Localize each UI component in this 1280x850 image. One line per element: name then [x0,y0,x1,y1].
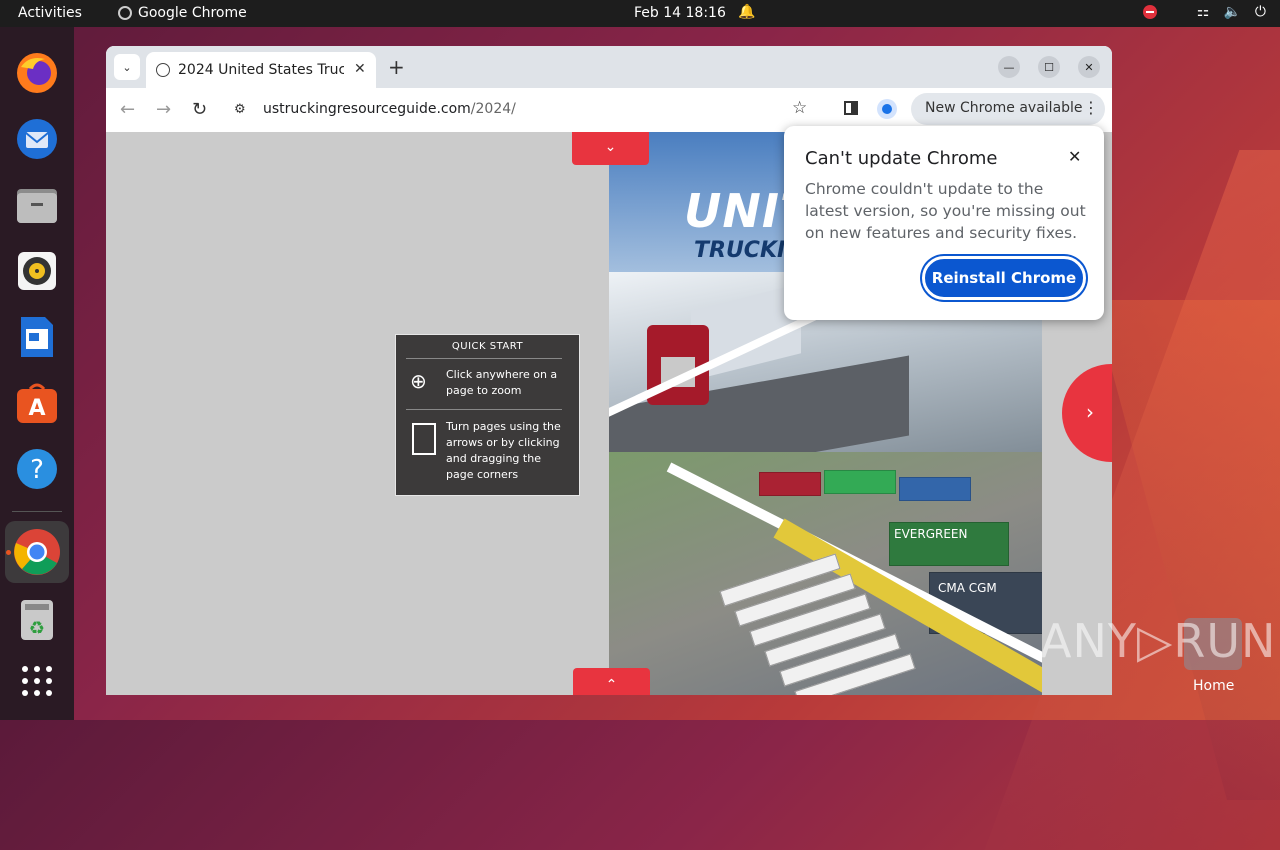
reload-icon[interactable]: ↻ [192,99,207,120]
chevron-up-icon: ⌃ [605,677,618,693]
update-error-popup: Can't update Chrome ✕ Chrome couldn't up… [784,126,1104,320]
bookmark-star-icon[interactable]: ☆ [792,98,807,118]
network-icon: ⚏ [1196,4,1210,20]
thumbnails-toggle-button[interactable]: ⌃ [573,668,650,695]
thunderbird-icon[interactable] [13,115,61,163]
next-page-button[interactable]: › [1062,364,1112,462]
kebab-menu-icon[interactable]: ⋮ [1083,98,1099,117]
volume-icon: 🔈 [1223,4,1241,20]
truck-image [641,283,801,417]
tab-active[interactable]: 2024 United States Truck ✕ [146,52,376,88]
writer-icon[interactable] [13,313,61,361]
forward-arrow-icon[interactable]: → [156,99,171,120]
minimize-button[interactable]: — [998,56,1020,78]
profile-avatar[interactable] [877,99,897,119]
watermark-logo: ANY▷RUN [1040,614,1277,668]
new-chrome-label: New Chrome available [925,100,1083,116]
site-info-icon[interactable]: ⚙ [234,102,246,117]
power-icon: ⏻ [1254,4,1266,20]
chevron-right-icon: › [1086,400,1094,424]
home-folder-label[interactable]: Home [1193,678,1234,694]
help-icon[interactable]: ? [13,445,61,493]
tab-strip: ⌄ 2024 United States Truck ✕ + — ☐ ✕ [106,46,1112,88]
popup-title: Can't update Chrome [805,148,998,169]
chevron-down-icon: ⌄ [604,139,617,155]
url-text: ustruckingresourceguide.com/2024/ [263,101,516,117]
container-label: EVERGREEN [889,522,1009,566]
activities-button[interactable]: Activities [18,5,82,21]
chrome-icon[interactable] [5,521,69,583]
toolbar-toggle-button[interactable]: ⌄ [572,132,649,165]
reinstall-chrome-button[interactable]: Reinstall Chrome [922,256,1086,300]
address-bar[interactable]: ⚙ ustruckingresourceguide.com/2024/ [224,93,824,127]
tab-title: 2024 United States Truck [178,62,344,78]
popup-message: Chrome couldn't update to the latest ver… [805,180,1086,242]
side-panel-icon[interactable] [844,101,858,115]
globe-icon [156,63,170,77]
page-turn-icon [412,423,436,455]
top-bar: Activities Google Chrome Feb 14 18:16 🔔 … [0,0,1280,27]
do-not-disturb-icon [1142,5,1157,19]
quick-start-zoom-text: Click anywhere on a page to zoom [446,368,558,397]
running-indicator [6,550,11,555]
new-tab-button[interactable]: + [388,55,405,79]
svg-text:A: A [28,396,45,421]
divider [406,409,562,410]
quick-start-title: QUICK START [451,341,524,352]
app-menu[interactable]: Google Chrome [118,5,247,21]
divider [406,358,562,359]
url-path: /2024/ [470,101,516,117]
back-arrow-icon[interactable]: ← [120,99,135,120]
svg-text:♻: ♻ [29,618,45,639]
trash-icon[interactable]: ♻ [13,595,61,643]
trailers [719,553,979,695]
quick-start-turn-text: Turn pages using the arrows or by clicki… [446,420,561,481]
zoom-icon: ⊕ [410,369,427,393]
reinstall-label: Reinstall Chrome [931,269,1077,287]
close-window-button[interactable]: ✕ [1078,56,1100,78]
tab-close-icon[interactable]: ✕ [354,61,366,77]
dock: A ? ♻ [0,27,74,720]
files-icon[interactable] [13,181,61,229]
maximize-button[interactable]: ☐ [1038,56,1060,78]
svg-text:?: ? [30,455,44,485]
show-apps-icon[interactable] [13,657,61,705]
new-chrome-available-button[interactable]: New Chrome available ⋮ [911,93,1105,125]
firefox-icon[interactable] [13,49,61,97]
url-domain: ustruckingresourceguide.com [263,101,471,117]
system-tray[interactable]: ⚏ 🔈 ⏻ [1142,4,1266,20]
bell-icon: 🔔 [738,4,756,20]
quick-start-panel[interactable]: QUICK START ⊕ Click anywhere on a page t… [395,334,580,496]
tab-search-button[interactable]: ⌄ [114,54,140,80]
popup-close-icon[interactable]: ✕ [1068,147,1081,166]
app-name-label: Google Chrome [138,5,247,21]
chrome-icon [118,6,132,20]
dock-separator [12,511,62,512]
clock[interactable]: Feb 14 18:16 [634,5,726,21]
rhythmbox-icon[interactable] [13,247,61,295]
app-center-icon[interactable]: A [13,379,61,427]
